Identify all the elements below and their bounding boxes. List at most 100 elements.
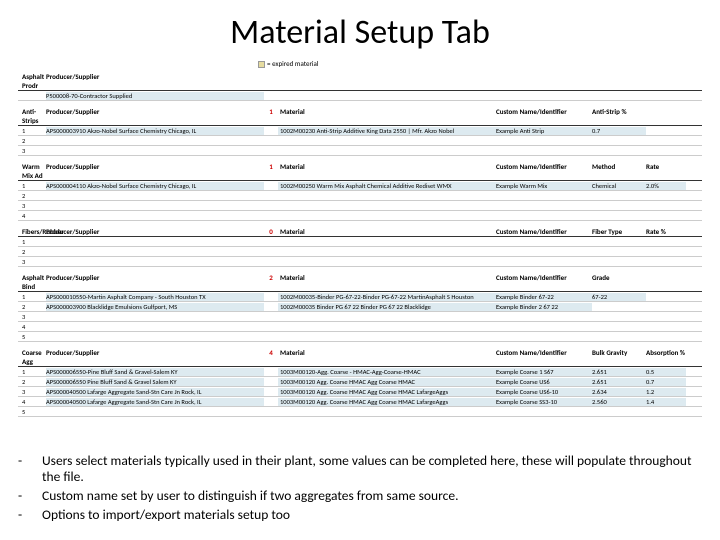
col-material bbox=[278, 72, 496, 90]
col-material: Material bbox=[278, 162, 496, 180]
cell-b[interactable]: 0.5 bbox=[646, 368, 686, 376]
bullet-text: Custom name set by user to distinguish i… bbox=[42, 488, 702, 505]
col-producer: Producer/Supplier bbox=[46, 273, 264, 291]
row-index: 2 bbox=[18, 248, 46, 256]
cell-material[interactable]: 1003M00120 Agg. Coarse HMAC Agg Coarse H… bbox=[278, 398, 496, 406]
col-custom: Custom Name/Identifier bbox=[496, 162, 592, 180]
cell-material[interactable]: 1003M00120-Agg. Coarse - HMAC-Agg-Coarse… bbox=[278, 368, 496, 376]
slide-title: Material Setup Tab bbox=[18, 12, 702, 53]
col-b: Absorption % bbox=[646, 348, 686, 366]
cell-custom[interactable]: Example Binder 2 67 22 bbox=[496, 303, 592, 311]
cell-a[interactable]: 2.634 bbox=[592, 388, 646, 396]
cell-a[interactable]: 2.651 bbox=[592, 378, 646, 386]
cell-a[interactable]: 2.651 bbox=[592, 368, 646, 376]
col-producer: Producer/Supplier bbox=[46, 348, 264, 366]
section-name: Coarse Agg bbox=[18, 348, 46, 366]
cell-b[interactable]: 2.0% bbox=[646, 182, 686, 190]
section-name: Fibers/Rubber bbox=[18, 227, 46, 236]
row-index: 2 bbox=[18, 137, 46, 145]
cell-custom[interactable]: Example Coarse SS3-10 bbox=[496, 398, 592, 406]
col-producer: Producer/Supplier bbox=[46, 227, 264, 236]
row-index: 4 bbox=[18, 398, 46, 406]
row-index: 3 bbox=[18, 388, 46, 396]
cell-custom[interactable]: Example Coarse US6 bbox=[496, 378, 592, 386]
row-index: 3 bbox=[18, 258, 46, 266]
row-index: 1 bbox=[18, 238, 46, 246]
cell-custom[interactable]: Example Warm Mix bbox=[496, 182, 592, 190]
cell-material[interactable]: 1002M00230 Anti-Strip Additive King Data… bbox=[278, 127, 496, 135]
col-b: Rate bbox=[646, 162, 686, 180]
count-badge: 0 bbox=[264, 227, 278, 236]
cell-producer[interactable]: APS000040500 Lafarge Aggregate Sand-Stn … bbox=[46, 388, 264, 396]
col-material: Material bbox=[278, 348, 496, 366]
col-producer: Producer/Supplier bbox=[46, 72, 264, 90]
cell-material[interactable]: 1003M00120 Agg. Coarse HMAC Agg Coarse H… bbox=[278, 378, 496, 386]
col-b bbox=[646, 107, 686, 125]
col-material: Material bbox=[278, 273, 496, 291]
cell[interactable]: P500008-70-Contractor Supplied bbox=[46, 92, 264, 100]
count-badge: 1 bbox=[264, 107, 278, 125]
row-index: 1 bbox=[18, 127, 46, 135]
cell-custom[interactable]: Example Anti Strip bbox=[496, 127, 592, 135]
row-index: 5 bbox=[18, 408, 46, 416]
col-a bbox=[592, 72, 646, 90]
cell-custom[interactable]: Example Binder 67-22 bbox=[496, 293, 592, 301]
section-name: Warm Mix Ad bbox=[18, 162, 46, 180]
row-index: 4 bbox=[18, 323, 46, 331]
section-name: Asphalt Prodr bbox=[18, 72, 46, 90]
row-index: 2 bbox=[18, 303, 46, 311]
cell-producer[interactable]: APS000003910 Akzo-Nobel Surface Chemistr… bbox=[46, 127, 264, 135]
count-badge: 2 bbox=[264, 273, 278, 291]
col-custom bbox=[496, 72, 592, 90]
cell-custom[interactable]: Example Coarse US6-10 bbox=[496, 388, 592, 396]
col-b bbox=[646, 72, 686, 90]
col-custom: Custom Name/Identifier bbox=[496, 273, 592, 291]
legend: = expired material bbox=[258, 59, 702, 68]
cell-producer[interactable]: APS000006550-Pine Bluff Sand & Gravel-Sa… bbox=[46, 368, 264, 376]
col-producer: Producer/Supplier bbox=[46, 107, 264, 125]
col-a: Bulk Gravity bbox=[592, 348, 646, 366]
cell-custom[interactable]: Example Coarse 1 S67 bbox=[496, 368, 592, 376]
cell-b[interactable]: 0.7 bbox=[646, 378, 686, 386]
cell-b[interactable]: 1.2 bbox=[646, 388, 686, 396]
cell-a[interactable]: 0.7 bbox=[592, 127, 646, 135]
cell-producer[interactable]: APS000040500 Lafarge Aggregate Sand-Stn … bbox=[46, 398, 264, 406]
cell-material[interactable]: 1003M00120 Agg. Coarse HMAC Agg Coarse H… bbox=[278, 388, 496, 396]
cell-producer[interactable]: APS000003900 Blacklidge Emulsions Gulfpo… bbox=[46, 303, 264, 311]
cell-a[interactable]: 67-22 bbox=[592, 293, 646, 301]
cell-producer[interactable]: APS000004110 Akzo-Nobel Surface Chemistr… bbox=[46, 182, 264, 190]
col-custom: Custom Name/Identifier bbox=[496, 107, 592, 125]
row-index: 2 bbox=[18, 378, 46, 386]
cell-producer[interactable]: APS000006550 Pine Bluff Sand & Gravel Sa… bbox=[46, 378, 264, 386]
bullet-dash: - bbox=[18, 453, 42, 487]
row-index: 1 bbox=[18, 182, 46, 190]
bullet-text: Users select materials typically used in… bbox=[42, 453, 702, 487]
col-custom: Custom Name/Identifier bbox=[496, 227, 592, 236]
row-index: 1 bbox=[18, 368, 46, 376]
cell-material[interactable]: 1002M00035 Binder PG 67 22 Binder PG 67 … bbox=[278, 303, 496, 311]
col-material: Material bbox=[278, 107, 496, 125]
cell-a[interactable]: Chemical bbox=[592, 182, 646, 190]
row-index: 3 bbox=[18, 147, 46, 155]
cell-material[interactable]: 1002M00035-Binder PG-67-22-Binder PG-67-… bbox=[278, 293, 496, 301]
col-custom: Custom Name/Identifier bbox=[496, 348, 592, 366]
col-a: Method bbox=[592, 162, 646, 180]
col-a: Anti-Strip % bbox=[592, 107, 646, 125]
section-name: Anti-Strips bbox=[18, 107, 46, 125]
cell-material[interactable]: 1002M00250 Warm Mix Asphalt Chemical Add… bbox=[278, 182, 496, 190]
row-index: 2 bbox=[18, 192, 46, 200]
cell-a[interactable]: 2.560 bbox=[592, 398, 646, 406]
col-b bbox=[646, 273, 686, 291]
row-index: 4 bbox=[18, 212, 46, 220]
count-badge bbox=[264, 72, 278, 90]
bullet-text: Options to import/export materials setup… bbox=[42, 507, 702, 524]
count-badge: 1 bbox=[264, 162, 278, 180]
count-badge: 4 bbox=[264, 348, 278, 366]
col-producer: Producer/Supplier bbox=[46, 162, 264, 180]
cell-producer[interactable]: APS000010550-Martin Asphalt Company - So… bbox=[46, 293, 264, 301]
bullet-list: -Users select materials typically used i… bbox=[18, 453, 702, 527]
bullet-dash: - bbox=[18, 507, 42, 524]
cell-b[interactable]: 1.4 bbox=[646, 398, 686, 406]
col-material: Material bbox=[278, 227, 496, 236]
section-name: Asphalt Bind bbox=[18, 273, 46, 291]
